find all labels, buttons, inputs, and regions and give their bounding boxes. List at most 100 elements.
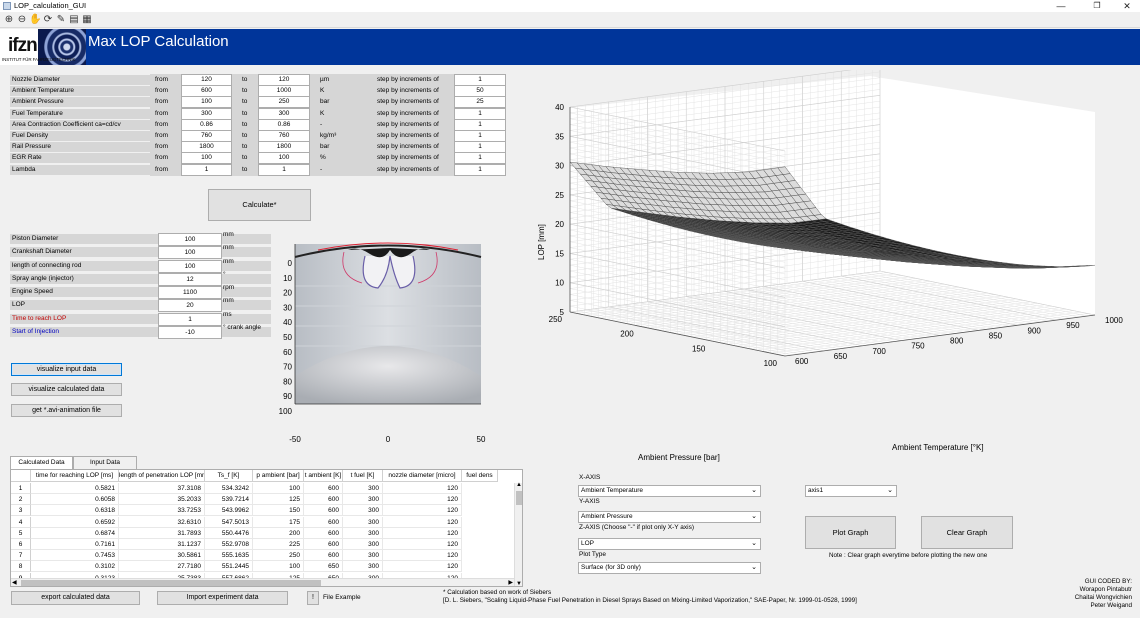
table-cell[interactable]: 0.6058 <box>31 494 119 506</box>
step-input[interactable]: 1 <box>454 107 506 120</box>
tab-input-data[interactable]: Input Data <box>73 456 137 469</box>
column-header[interactable]: Ts_f [K] <box>205 470 253 482</box>
engine-param-input[interactable]: 20 <box>158 299 222 312</box>
table-cell[interactable]: 600 <box>304 494 343 506</box>
table-cell[interactable]: 552.9708 <box>205 539 253 550</box>
to-input[interactable]: 250 <box>258 96 310 109</box>
table-cell[interactable]: 0.6318 <box>31 505 119 517</box>
table-cell[interactable]: 300 <box>343 539 383 550</box>
scroll-thumb[interactable] <box>516 491 522 505</box>
table-cell[interactable]: 33.7253 <box>119 505 205 517</box>
scroll-right-icon[interactable]: ▶ <box>508 579 513 586</box>
from-input[interactable]: 1800 <box>181 141 232 154</box>
from-input[interactable]: 760 <box>181 130 232 142</box>
step-input[interactable]: 50 <box>454 85 506 98</box>
results-table[interactable]: time for reaching LOP [ms] length of pene… <box>10 469 523 587</box>
scroll-up-icon[interactable]: ▲ <box>516 482 522 488</box>
table-cell[interactable]: 300 <box>343 505 383 517</box>
table-cell[interactable]: 35.2033 <box>119 494 205 506</box>
table-cell[interactable]: 600 <box>304 483 343 494</box>
table-cell[interactable]: 547.5013 <box>205 516 253 528</box>
engine-param-input[interactable]: 100 <box>158 246 222 259</box>
table-cell[interactable]: 175 <box>253 516 304 528</box>
table-cell[interactable]: 600 <box>304 527 343 539</box>
column-header[interactable]: length of penetration LOP [mm] <box>119 470 205 482</box>
import-button[interactable]: Import experiment data <box>157 591 288 605</box>
table-cell[interactable]: 300 <box>343 527 383 539</box>
table-cell[interactable]: 120 <box>383 516 462 528</box>
table-cell[interactable]: 120 <box>383 550 462 562</box>
step-input[interactable]: 1 <box>454 152 506 165</box>
table-cell[interactable]: 0.7161 <box>31 539 119 550</box>
table-cell[interactable]: 120 <box>383 494 462 506</box>
to-input[interactable]: 0.86 <box>258 118 310 131</box>
pan-icon[interactable]: ✋ <box>29 14 41 26</box>
table-cell[interactable]: 555.1635 <box>205 550 253 562</box>
zoom-out-icon[interactable]: ⊖ <box>16 14 28 26</box>
axes-select[interactable]: axis1 ⌄ <box>805 485 897 497</box>
step-input[interactable]: 1 <box>454 141 506 154</box>
row-header[interactable]: 5 <box>11 527 31 539</box>
table-cell[interactable]: 31.1237 <box>119 539 205 550</box>
table-cell[interactable]: 120 <box>383 505 462 517</box>
y-axis-select[interactable]: Ambient Pressure ⌄ <box>578 511 761 523</box>
table-cell[interactable]: 30.5861 <box>119 550 205 562</box>
engine-param-input[interactable]: 1100 <box>158 286 222 299</box>
from-input[interactable]: 1 <box>181 163 232 176</box>
from-input[interactable]: 300 <box>181 107 232 120</box>
scroll-left-icon[interactable]: ◀ <box>12 579 17 586</box>
visualize-calculated-button[interactable]: visualize calculated data <box>11 383 122 396</box>
to-input[interactable]: 100 <box>258 152 310 165</box>
table-cell[interactable]: 100 <box>253 483 304 494</box>
close-icon[interactable]: ✕ <box>1118 0 1136 12</box>
to-input[interactable]: 1 <box>258 163 310 176</box>
table-cell[interactable]: 120 <box>383 561 462 573</box>
column-header[interactable]: p ambient [bar] <box>253 470 304 482</box>
x-axis-select[interactable]: Ambient Temperature ⌄ <box>578 485 761 497</box>
to-input[interactable]: 300 <box>258 107 310 120</box>
from-input[interactable]: 600 <box>181 85 232 98</box>
table-cell[interactable]: 0.5821 <box>31 483 119 494</box>
minimize-icon[interactable]: — <box>1052 0 1070 12</box>
table-cell[interactable]: 600 <box>304 550 343 562</box>
from-input[interactable]: 100 <box>181 96 232 109</box>
table-cell[interactable]: 539.7214 <box>205 494 253 506</box>
z-axis-select[interactable]: LOP ⌄ <box>578 538 761 550</box>
table-cell[interactable]: 125 <box>253 494 304 506</box>
table-cell[interactable]: 0.7453 <box>31 550 119 562</box>
restore-icon[interactable]: ❐ <box>1088 0 1106 12</box>
table-cell[interactable]: 120 <box>383 527 462 539</box>
table-cell[interactable]: 32.6310 <box>119 516 205 528</box>
table-cell[interactable]: 551.2445 <box>205 561 253 573</box>
table-cell[interactable]: 300 <box>343 483 383 494</box>
brush-icon[interactable]: ▤ <box>68 14 80 26</box>
table-cell[interactable]: 37.3108 <box>119 483 205 494</box>
column-header[interactable]: fuel dens <box>462 470 498 482</box>
row-header[interactable]: 1 <box>11 483 31 494</box>
table-cell[interactable]: 550.4476 <box>205 527 253 539</box>
rotate-icon[interactable]: ⟳ <box>42 14 54 26</box>
zoom-in-icon[interactable]: ⊕ <box>3 14 15 26</box>
step-input[interactable]: 1 <box>454 163 506 176</box>
engine-param-input[interactable]: 1 <box>158 313 222 326</box>
row-header[interactable]: 6 <box>11 539 31 550</box>
legend-icon[interactable]: ▦ <box>81 14 93 26</box>
visualize-input-button[interactable]: visualize input data <box>11 363 122 376</box>
from-input[interactable]: 120 <box>181 74 232 86</box>
column-header[interactable]: t fuel [K] <box>343 470 383 482</box>
from-input[interactable]: 100 <box>181 152 232 165</box>
get-avi-button[interactable]: get *.avi-animation file <box>11 404 122 417</box>
table-cell[interactable]: 100 <box>253 561 304 573</box>
table-cell[interactable]: 150 <box>253 505 304 517</box>
row-header[interactable]: 8 <box>11 561 31 573</box>
table-cell[interactable]: 543.9962 <box>205 505 253 517</box>
table-vertical-scrollbar[interactable]: ▲ ▼ <box>514 482 522 586</box>
column-header[interactable]: t ambient [K] <box>304 470 343 482</box>
step-input[interactable]: 1 <box>454 118 506 131</box>
table-cell[interactable]: 600 <box>304 539 343 550</box>
clear-graph-button[interactable]: Clear Graph <box>921 516 1013 549</box>
engine-param-input[interactable]: 12 <box>158 273 222 286</box>
tab-calculated-data[interactable]: Calculated Data <box>10 456 73 469</box>
table-cell[interactable]: 225 <box>253 539 304 550</box>
data-cursor-icon[interactable]: ✎ <box>55 14 67 26</box>
